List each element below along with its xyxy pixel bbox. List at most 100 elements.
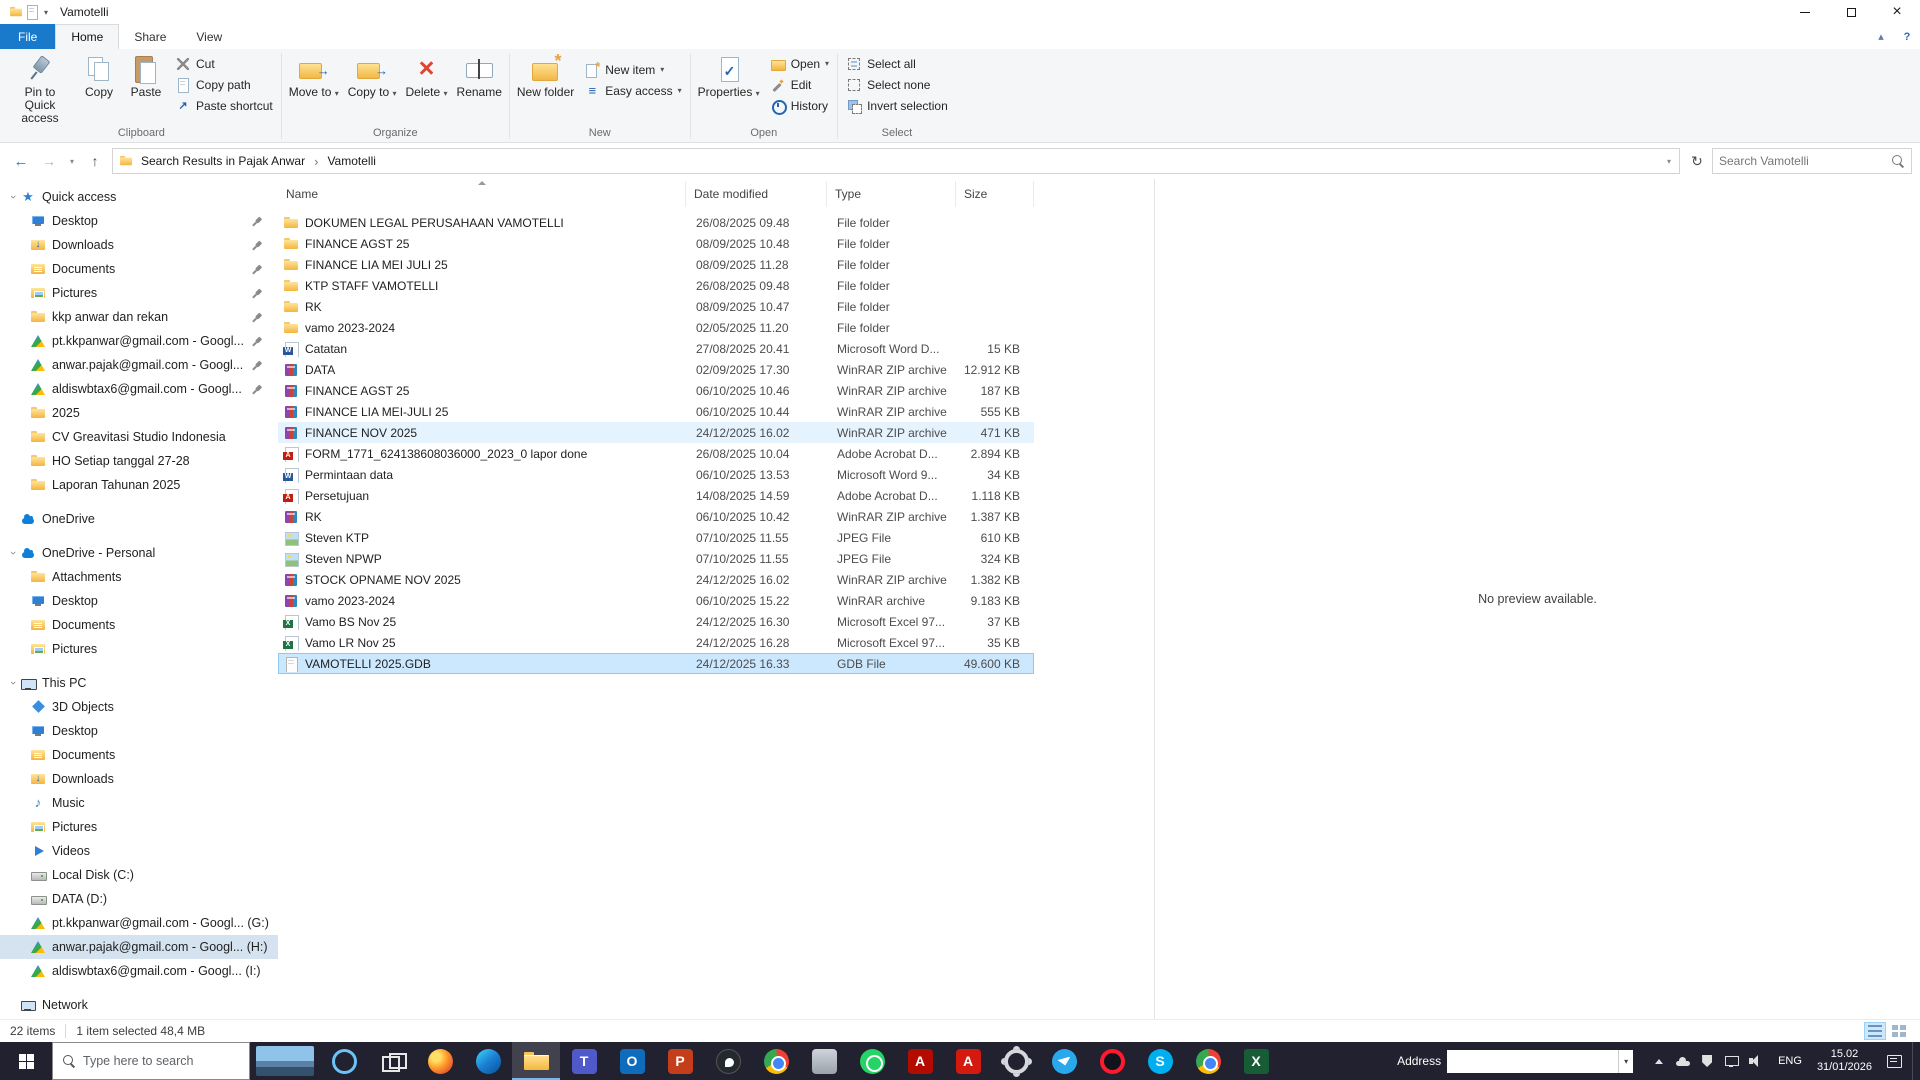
sidebar-item-kkp-anwar-dan-rekan[interactable]: kkp anwar dan rekan [0, 305, 278, 329]
sidebar-item-desktop[interactable]: Desktop [0, 209, 278, 233]
invert-selection-button[interactable]: Invert selection [841, 95, 953, 116]
sidebar-item-pictures[interactable]: Pictures [0, 281, 278, 305]
volume-tray-icon[interactable] [1746, 1052, 1764, 1070]
maximize-button[interactable] [1828, 0, 1874, 24]
firefox-icon[interactable] [416, 1042, 464, 1080]
sidebar-item-laporan-tahunan-2025[interactable]: Laporan Tahunan 2025 [0, 473, 278, 497]
file-row-ktp-staff-vamotelli[interactable]: KTP STAFF VAMOTELLI26/08/2025 09.48File … [278, 275, 1034, 296]
file-row-catatan[interactable]: Catatan27/08/2025 20.41Microsoft Word D.… [278, 338, 1034, 359]
onedrive-tray-icon[interactable] [1674, 1052, 1692, 1070]
file-row-steven-ktp[interactable]: Steven KTP07/10/2025 11.55JPEG File610 K… [278, 527, 1034, 548]
minimize-button[interactable] [1782, 0, 1828, 24]
sidebar-item-desktop[interactable]: Desktop [0, 589, 278, 613]
paste-shortcut-button[interactable]: Paste shortcut [170, 95, 278, 116]
address-toolbar-input[interactable] [1447, 1054, 1618, 1068]
sidebar-item-music[interactable]: Music [0, 791, 278, 815]
column-header-date-modified[interactable]: Date modified [686, 181, 827, 207]
back-button[interactable]: ← [8, 148, 34, 174]
quick-access-toolbar-icon[interactable] [24, 4, 40, 20]
file-row-stock-opname-nov-2025[interactable]: STOCK OPNAME NOV 202524/12/2025 16.02Win… [278, 569, 1034, 590]
select-all-button[interactable]: Select all [841, 53, 953, 74]
excel-icon[interactable] [1232, 1042, 1280, 1080]
file-row-finance-nov-2025[interactable]: FINANCE NOV 202524/12/2025 16.02WinRAR Z… [278, 422, 1034, 443]
chrome-icon[interactable] [752, 1042, 800, 1080]
sidebar-item-pictures[interactable]: Pictures [0, 815, 278, 839]
sidebar-item-data-d[interactable]: DATA (D:) [0, 887, 278, 911]
display-tray-icon[interactable] [1722, 1052, 1740, 1070]
chrome-profile-icon[interactable] [1184, 1042, 1232, 1080]
sidebar-item-downloads[interactable]: Downloads [0, 767, 278, 791]
thumbnails-view-button[interactable] [1888, 1022, 1910, 1040]
address-field[interactable]: Search Results in Pajak Anwar›Vamotelli … [112, 148, 1680, 174]
refresh-button[interactable]: ↻ [1684, 148, 1710, 174]
properties-button[interactable]: Properties ▾ [694, 51, 764, 100]
help-button[interactable]: ? [1894, 24, 1920, 49]
sidebar-item-3d-objects[interactable]: 3D Objects [0, 695, 278, 719]
skype-icon[interactable] [1136, 1042, 1184, 1080]
teams-icon[interactable] [560, 1042, 608, 1080]
tab-home[interactable]: Home [55, 24, 119, 49]
copy-button[interactable]: Copy [76, 51, 122, 99]
edge-icon[interactable] [464, 1042, 512, 1080]
column-header-size[interactable]: Size [956, 181, 1034, 207]
sidebar-item-aldiswbtax6-gmail-com-googl[interactable]: aldiswbtax6@gmail.com - Googl... [0, 377, 278, 401]
file-row-rk[interactable]: RK06/10/2025 10.42WinRAR ZIP archive1.38… [278, 506, 1034, 527]
sidebar-item-cv-greavitasi-studio-indonesia[interactable]: CV Greavitasi Studio Indonesia [0, 425, 278, 449]
easy-access-button[interactable]: Easy access▾ [579, 80, 686, 101]
sidebar-item-anwar-pajak-gmail-com-googl[interactable]: anwar.pajak@gmail.com - Googl... [0, 353, 278, 377]
history-button[interactable]: History [765, 95, 834, 116]
sidebar-item-this-pc[interactable]: ›This PC [0, 671, 278, 695]
new-folder-button[interactable]: New folder [513, 51, 578, 99]
sidebar-item-desktop[interactable]: Desktop [0, 719, 278, 743]
taskbar-search[interactable]: Type here to search [52, 1042, 250, 1080]
open-button[interactable]: Open▾ [765, 53, 834, 74]
collapse-ribbon-button[interactable]: ▴ [1868, 24, 1894, 49]
sidebar-item-local-disk-c[interactable]: Local Disk (C:) [0, 863, 278, 887]
telegram-icon[interactable] [1040, 1042, 1088, 1080]
paste-button[interactable]: Paste [123, 51, 169, 99]
explorer-search-input[interactable] [1719, 154, 1887, 168]
file-row-dokumen-legal-perusahaan-vamotelli[interactable]: DOKUMEN LEGAL PERUSAHAAN VAMOTELLI26/08/… [278, 212, 1034, 233]
action-center-button[interactable] [1882, 1052, 1906, 1070]
file-row-vamotelli-2025-gdb[interactable]: VAMOTELLI 2025.GDB24/12/2025 16.33GDB Fi… [278, 653, 1034, 674]
file-row-finance-agst-25[interactable]: FINANCE AGST 2506/10/2025 10.46WinRAR ZI… [278, 380, 1034, 401]
adobe-reader-icon[interactable] [944, 1042, 992, 1080]
sidebar-item-videos[interactable]: Videos [0, 839, 278, 863]
cut-button[interactable]: Cut [170, 53, 278, 74]
expander-icon[interactable]: › [7, 546, 19, 560]
settings-icon[interactable] [992, 1042, 1040, 1080]
recent-locations-chevron[interactable]: ▾ [64, 148, 80, 174]
address-toolbar[interactable]: ▾ [1447, 1050, 1633, 1073]
breadcrumb-segment-vamotelli[interactable]: Vamotelli [320, 149, 382, 173]
close-button[interactable]: × [1874, 0, 1920, 24]
file-row-vamo-bs-nov-25[interactable]: Vamo BS Nov 2524/12/2025 16.30Microsoft … [278, 611, 1034, 632]
tab-file[interactable]: File [0, 24, 55, 49]
github-icon[interactable] [704, 1042, 752, 1080]
language-indicator[interactable]: ENG [1773, 1055, 1807, 1067]
tab-share[interactable]: Share [119, 24, 181, 49]
file-row-finance-lia-mei-juli-25[interactable]: FINANCE LIA MEI-JULI 2506/10/2025 10.44W… [278, 401, 1034, 422]
select-none-button[interactable]: Select none [841, 74, 953, 95]
acrobat-icon[interactable] [896, 1042, 944, 1080]
opera-icon[interactable] [1088, 1042, 1136, 1080]
sidebar-item-downloads[interactable]: Downloads [0, 233, 278, 257]
file-row-vamo-2023-2024[interactable]: vamo 2023-202406/10/2025 15.22WinRAR arc… [278, 590, 1034, 611]
powerpoint-icon[interactable] [656, 1042, 704, 1080]
expander-icon[interactable]: › [7, 190, 19, 204]
file-explorer-icon[interactable] [512, 1042, 560, 1080]
news-weather-widget[interactable] [250, 1042, 320, 1080]
breadcrumb-segment-search-results-in-pajak-anwar[interactable]: Search Results in Pajak Anwar [134, 149, 312, 173]
whatsapp-icon[interactable] [848, 1042, 896, 1080]
sidebar-item-pt-kkpanwar-gmail-com-googl-g[interactable]: pt.kkpanwar@gmail.com - Googl... (G:) [0, 911, 278, 935]
sidebar-item-attachments[interactable]: Attachments [0, 565, 278, 589]
start-button[interactable] [0, 1042, 52, 1080]
pin-to-quick-access-button[interactable]: Pin to Quick access [5, 51, 75, 125]
copy-path-button[interactable]: Copy path [170, 74, 278, 95]
delete-button[interactable]: Delete ▾ [401, 51, 451, 100]
move-to-button[interactable]: Move to ▾ [285, 51, 343, 100]
cortana-icon[interactable] [320, 1042, 368, 1080]
sidebar-item-documents[interactable]: Documents [0, 613, 278, 637]
sidebar-item-anwar-pajak-gmail-com-googl-h[interactable]: anwar.pajak@gmail.com - Googl... (H:) [0, 935, 278, 959]
sidebar-item-documents[interactable]: Documents [0, 743, 278, 767]
sidebar-item-documents[interactable]: Documents [0, 257, 278, 281]
